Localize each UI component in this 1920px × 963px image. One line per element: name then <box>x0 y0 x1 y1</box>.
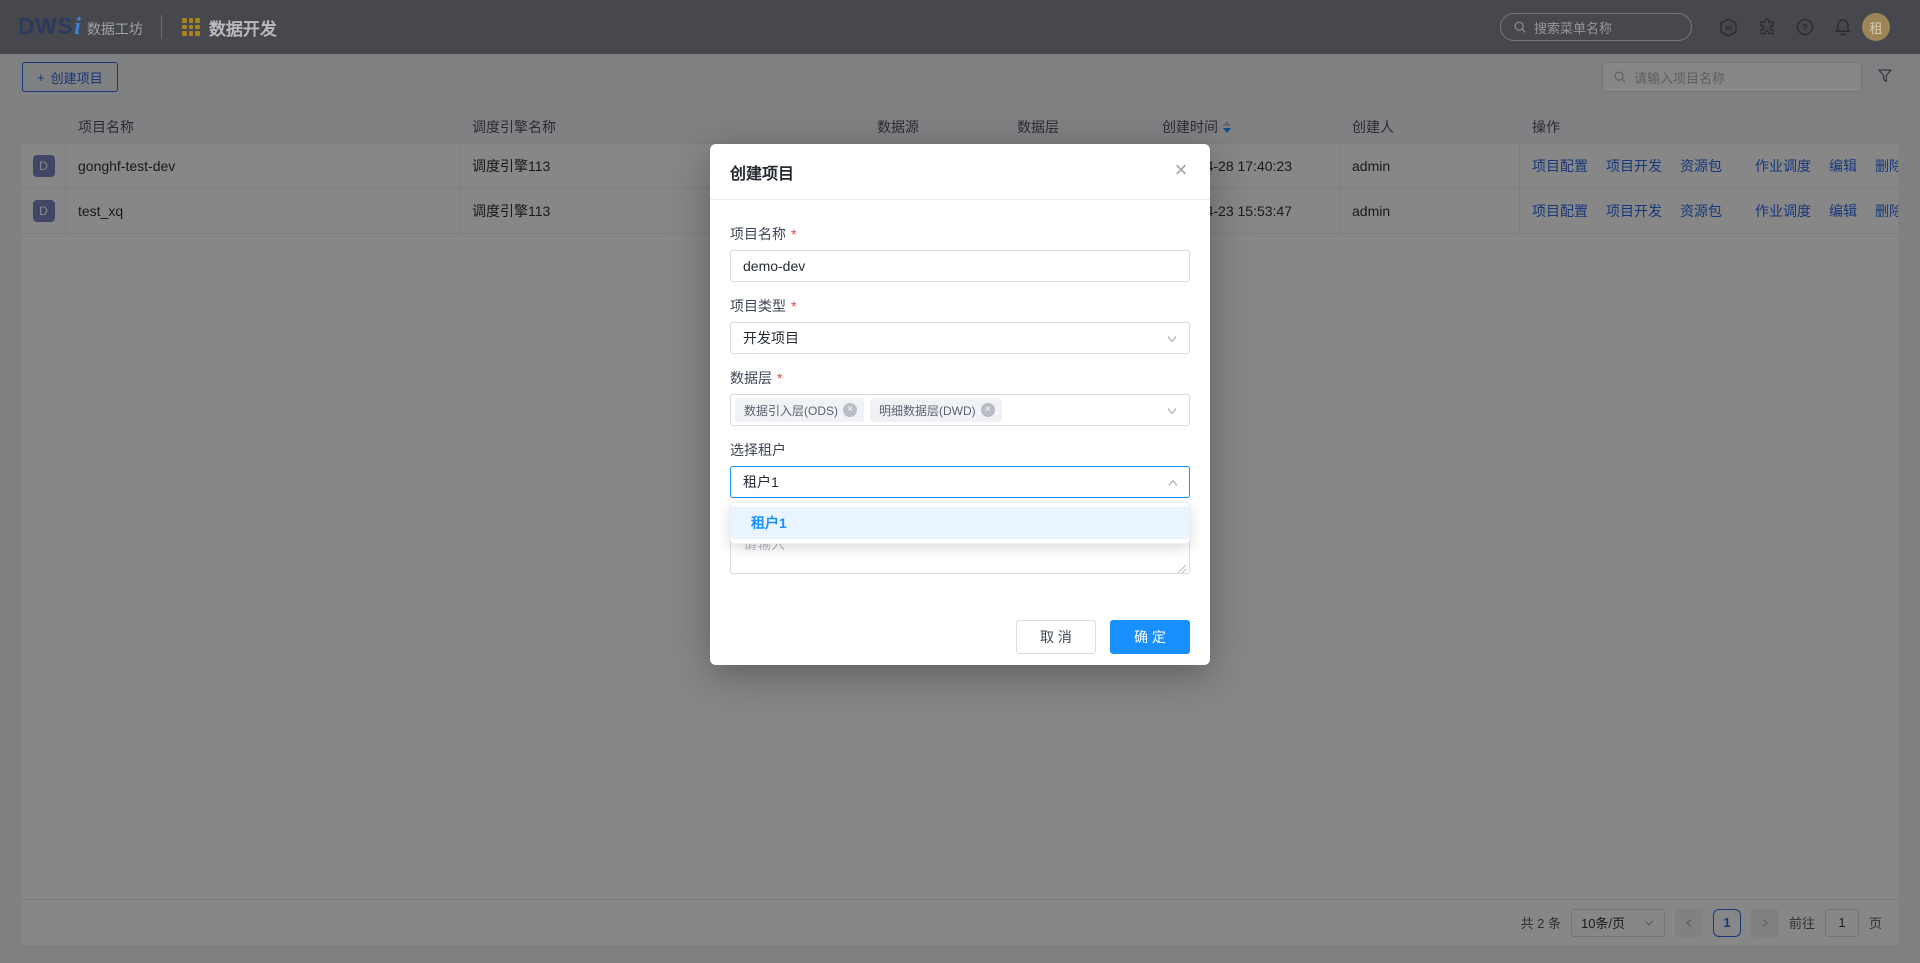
brand-logo: DWSi 数据工坊 <box>18 13 143 41</box>
menu-search-placeholder: 搜索菜单名称 <box>1534 18 1612 37</box>
tag-close-icon[interactable]: × <box>981 403 995 417</box>
brand-product-name: 数据工坊 <box>87 19 143 39</box>
header-divider <box>161 15 162 39</box>
data-layer-multiselect[interactable]: 数据引入层(ODS) × 明细数据层(DWD) × <box>730 394 1190 426</box>
field-project-name: 项目名称 * <box>730 224 1190 282</box>
svg-text:AI: AI <box>1725 23 1732 32</box>
required-mark: * <box>791 226 796 242</box>
field-data-layer: 数据层 * 数据引入层(ODS) × 明细数据层(DWD) × <box>730 368 1190 426</box>
plugin-icon[interactable] <box>1756 17 1777 38</box>
layer-tag: 明细数据层(DWD) × <box>870 398 1002 422</box>
brand-text: DWS <box>18 13 73 40</box>
create-project-modal: 创建项目 × 项目名称 * 项目类型 * 开发项目 数据层 * <box>710 144 1210 665</box>
field-tenant: 选择租户 租户1 <box>730 440 1190 498</box>
field-project-type: 项目类型 * 开发项目 <box>730 296 1190 354</box>
apps-grid-icon[interactable] <box>182 18 200 36</box>
cancel-button[interactable]: 取 消 <box>1016 620 1096 654</box>
tenant-dropdown-panel: 租户1 <box>730 502 1190 544</box>
svg-text:?: ? <box>1802 22 1808 32</box>
tag-close-icon[interactable]: × <box>843 403 857 417</box>
module-title: 数据开发 <box>209 15 277 40</box>
layer-tag: 数据引入层(ODS) × <box>735 398 864 422</box>
help-icon[interactable]: ? <box>1794 17 1815 38</box>
chevron-down-icon <box>1165 332 1179 346</box>
app-header: DWSi 数据工坊 数据开发 搜索菜单名称 AI ? 租 <box>0 0 1920 54</box>
required-mark: * <box>791 298 796 314</box>
confirm-button[interactable]: 确 定 <box>1110 620 1190 654</box>
required-mark: * <box>777 370 782 386</box>
ai-assistant-icon[interactable]: AI <box>1718 17 1739 38</box>
notification-bell-icon[interactable] <box>1832 17 1853 38</box>
tenant-option-selected[interactable]: 租户1 <box>731 507 1189 539</box>
modal-title: 创建项目 <box>730 160 794 184</box>
project-name-input[interactable] <box>730 250 1190 282</box>
search-icon <box>1513 20 1527 34</box>
brand-i-glyph: i <box>74 14 81 41</box>
chevron-down-icon <box>1165 404 1179 418</box>
project-type-select[interactable]: 开发项目 <box>730 322 1190 354</box>
close-icon[interactable]: × <box>1168 157 1194 183</box>
menu-search-input[interactable]: 搜索菜单名称 <box>1500 13 1692 41</box>
tenant-select-input[interactable] <box>730 466 1190 498</box>
user-avatar[interactable]: 租 <box>1862 13 1890 41</box>
